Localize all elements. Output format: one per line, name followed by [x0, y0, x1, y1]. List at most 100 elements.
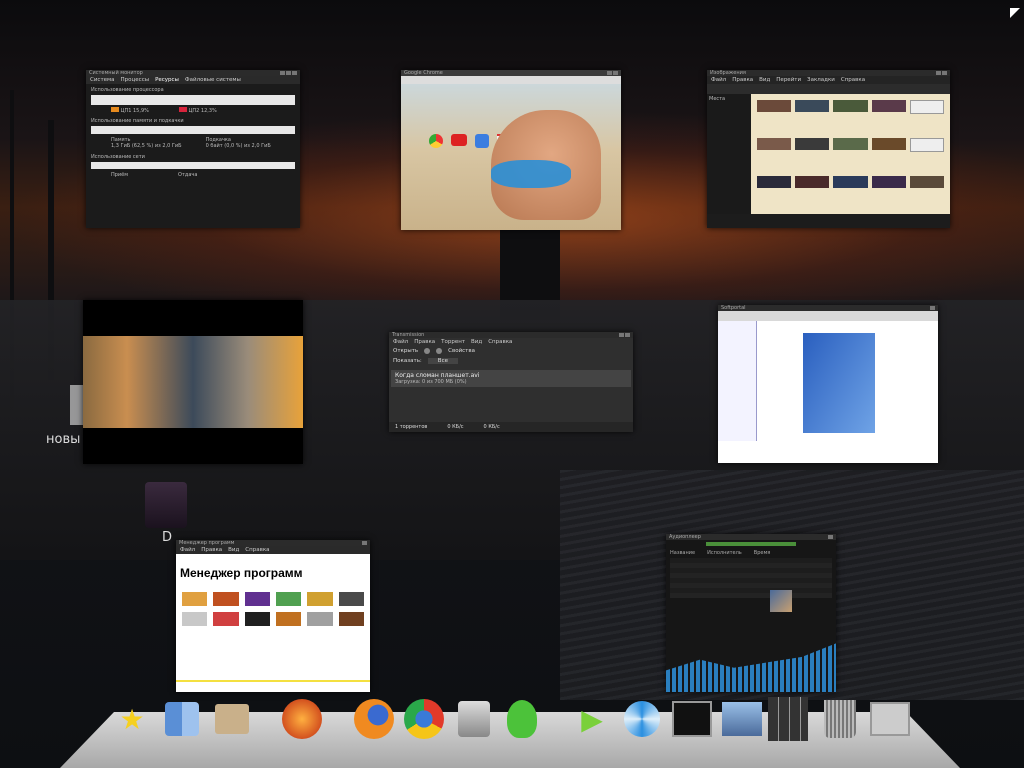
filter-select[interactable]: Все: [427, 358, 458, 364]
seek-bar[interactable]: [706, 542, 796, 546]
file-manager-window[interactable]: Изображения Файл Правка Вид Перейти Закл…: [707, 70, 950, 228]
close-button[interactable]: [942, 71, 947, 75]
category-icon[interactable]: [182, 592, 208, 606]
menu-bookmarks[interactable]: Закладки: [807, 77, 835, 83]
playlist[interactable]: [670, 558, 832, 598]
menu-edit[interactable]: Правка: [201, 547, 222, 553]
category-icon[interactable]: [307, 592, 333, 606]
pause-icon[interactable]: [436, 348, 443, 354]
menu-file[interactable]: Файл: [180, 547, 195, 553]
minimize-button[interactable]: [619, 333, 624, 337]
image-thumbnail[interactable]: [757, 176, 792, 188]
image-thumbnail[interactable]: [757, 138, 792, 150]
menu-file[interactable]: Файл: [393, 339, 408, 345]
menu-help[interactable]: Справка: [488, 339, 512, 345]
image-thumbnail[interactable]: [909, 176, 944, 188]
grid-icon[interactable]: [768, 697, 808, 741]
browser-window[interactable]: Google Chrome: [401, 70, 621, 230]
trash-icon[interactable]: [824, 700, 856, 738]
properties-button[interactable]: Свойства: [448, 348, 475, 354]
pidgin-icon[interactable]: [507, 700, 537, 738]
minimize-button[interactable]: [607, 71, 612, 75]
column-title[interactable]: Название: [670, 550, 695, 556]
category-icon[interactable]: [213, 612, 239, 626]
tab-filesystems[interactable]: Файловые системы: [185, 77, 241, 83]
menu-edit[interactable]: Правка: [732, 77, 753, 83]
youtube-icon[interactable]: [451, 134, 467, 146]
transmission-window[interactable]: Transmission Файл Правка Торрент Вид Спр…: [389, 332, 633, 432]
drive-icon[interactable]: [145, 482, 187, 528]
chrome-icon[interactable]: [404, 699, 444, 739]
close-button[interactable]: [613, 71, 618, 75]
file-icon[interactable]: [909, 138, 944, 152]
tab-resources[interactable]: Ресурсы: [155, 77, 179, 83]
minimize-button[interactable]: [936, 71, 941, 75]
category-icon[interactable]: [182, 612, 208, 626]
system-monitor-window[interactable]: Системный монитор Система Процессы Ресур…: [86, 70, 300, 228]
category-icon[interactable]: [276, 592, 302, 606]
menu-torrent[interactable]: Торрент: [441, 339, 465, 345]
column-artist[interactable]: Исполнитель: [707, 550, 742, 556]
chrome-store-icon[interactable]: [429, 134, 443, 148]
terminal-arrow-icon[interactable]: ▶: [572, 698, 612, 740]
image-thumbnail[interactable]: [833, 100, 868, 112]
window-titlebar[interactable]: Аудиоплеер: [666, 534, 836, 540]
column-time[interactable]: Время: [754, 550, 770, 556]
category-icon[interactable]: [244, 592, 270, 606]
image-thumbnail[interactable]: [757, 100, 792, 112]
address-bar[interactable]: [401, 76, 621, 84]
product-box-image[interactable]: [803, 333, 875, 433]
maximize-button[interactable]: [286, 71, 291, 75]
open-button[interactable]: Открыть: [393, 348, 418, 354]
category-icon[interactable]: [307, 612, 333, 626]
switch-icon[interactable]: [870, 702, 910, 736]
audio-player-window[interactable]: Аудиоплеер Название Исполнитель Время: [666, 534, 836, 692]
image-thumbnail[interactable]: [833, 176, 868, 188]
torrent-row[interactable]: Когда сломан планшет.avi Загрузка: 0 из …: [391, 370, 631, 387]
menu-edit[interactable]: Правка: [414, 339, 435, 345]
web-store-window[interactable]: Softportal: [718, 305, 938, 463]
menu-help[interactable]: Справка: [841, 77, 865, 83]
category-icon[interactable]: [213, 592, 239, 606]
menu-file[interactable]: Файл: [711, 77, 726, 83]
image-thumbnail[interactable]: [795, 138, 830, 150]
close-button[interactable]: [625, 333, 630, 337]
category-icon[interactable]: [338, 612, 364, 626]
shutter-icon[interactable]: [624, 701, 660, 737]
menu-view[interactable]: Вид: [759, 77, 770, 83]
category-icon[interactable]: [244, 612, 270, 626]
play-icon[interactable]: [424, 348, 431, 354]
package-icon[interactable]: [215, 704, 249, 734]
close-button[interactable]: [292, 71, 297, 75]
joystick-icon[interactable]: [458, 701, 490, 737]
image-thumbnail[interactable]: [795, 176, 830, 188]
flame-icon[interactable]: [282, 699, 322, 739]
file-icon[interactable]: [909, 100, 944, 114]
minimize-button[interactable]: [280, 71, 285, 75]
close-button[interactable]: [828, 535, 833, 539]
image-thumbnail[interactable]: [795, 100, 830, 112]
menu-help[interactable]: Справка: [245, 547, 269, 553]
menu-go[interactable]: Перейти: [776, 77, 801, 83]
star-icon[interactable]: ★: [112, 698, 152, 740]
software-manager-window[interactable]: Менеджер программ Файл Правка Вид Справк…: [176, 540, 370, 692]
category-icon[interactable]: [338, 592, 364, 606]
video-player-window[interactable]: [83, 300, 303, 464]
google-icon[interactable]: [475, 134, 489, 148]
image-thumbnail[interactable]: [871, 176, 906, 188]
video-frame[interactable]: [83, 336, 303, 428]
menu-view[interactable]: Вид: [228, 547, 239, 553]
menu-view[interactable]: Вид: [471, 339, 482, 345]
photos-icon[interactable]: [722, 702, 762, 736]
tab-system[interactable]: Система: [90, 77, 115, 83]
category-icon[interactable]: [276, 612, 302, 626]
image-thumbnail[interactable]: [871, 138, 906, 150]
close-button[interactable]: [362, 541, 367, 545]
finder-icon[interactable]: [165, 702, 199, 736]
tab-processes[interactable]: Процессы: [121, 77, 150, 83]
close-button[interactable]: [930, 306, 935, 310]
terminal-icon[interactable]: [672, 701, 712, 737]
image-thumbnail[interactable]: [871, 100, 906, 112]
firefox-icon[interactable]: [354, 699, 394, 739]
image-thumbnail[interactable]: [833, 138, 868, 150]
